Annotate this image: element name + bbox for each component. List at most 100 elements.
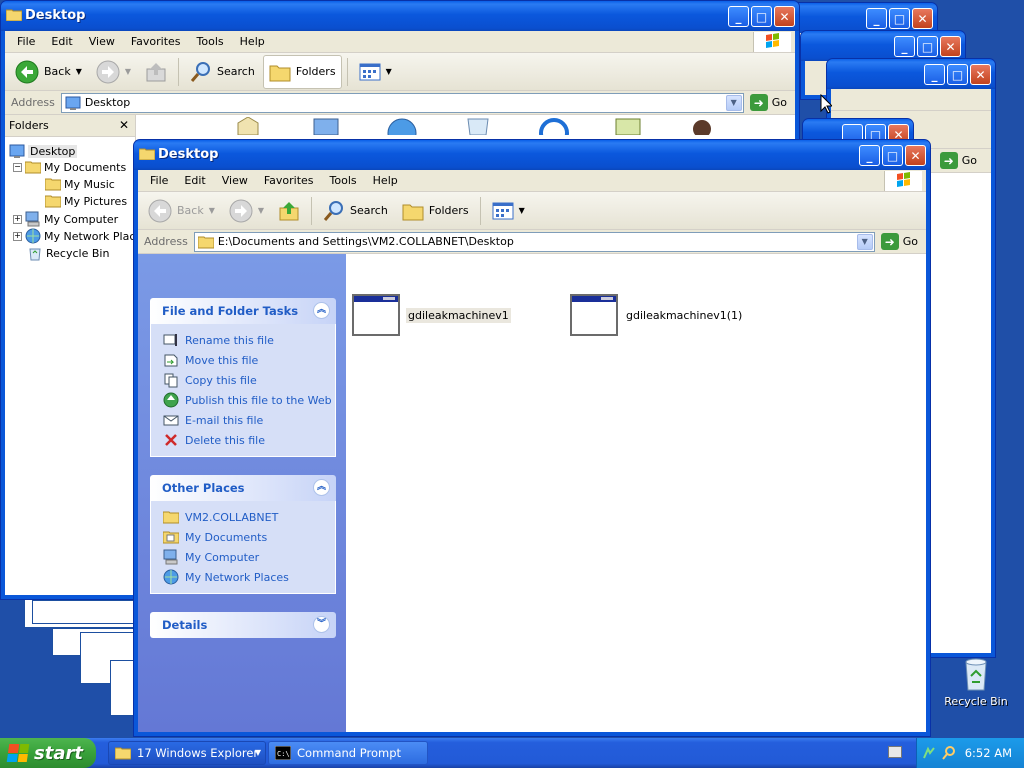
views-button[interactable]: ▼ (486, 194, 531, 228)
maximize-button[interactable]: □ (882, 145, 903, 166)
chevron-down-icon[interactable]: ▼ (125, 67, 131, 76)
maximize-button[interactable]: □ (917, 36, 938, 57)
go-button[interactable]: ➜ Go (875, 233, 926, 250)
up-button[interactable] (139, 55, 173, 89)
explorer-window-front[interactable]: Desktop _ □ ✕ File Edit View Favorites T… (133, 139, 931, 737)
tree-item-recycle-bin[interactable]: Recycle Bin (27, 245, 109, 261)
task-label: E-mail this file (185, 413, 264, 427)
task-delete-file[interactable]: Delete this file (163, 430, 335, 450)
file-item-gdileakmachinev1[interactable]: gdileakmachinev1 (352, 294, 511, 336)
panel-header[interactable]: File and Folder Tasks ︽ (150, 298, 336, 324)
back-button[interactable]: Back ▼ (142, 194, 221, 228)
chevron-down-icon[interactable]: ▼ (209, 206, 215, 215)
address-input[interactable]: E:\Documents and Settings\VM2.COLLABNET\… (193, 231, 875, 252)
expand-icon[interactable]: + (13, 231, 22, 241)
tree-item-my-pictures[interactable]: My Pictures (45, 194, 127, 208)
tree-item-my-network-places[interactable]: + My Network Places (13, 228, 148, 244)
panel-title: Details (162, 618, 208, 632)
menu-edit[interactable]: Edit (176, 174, 213, 187)
file-item-gdileakmachinev1-1[interactable]: gdileakmachinev1(1) (570, 294, 744, 336)
tree-item-my-computer[interactable]: + My Computer (13, 211, 118, 227)
address-dropdown-icon[interactable]: ▼ (725, 94, 742, 111)
file-list-area[interactable]: gdileakmachinev1 gdileakmachinev1(1) (346, 254, 926, 732)
minimize-button[interactable]: _ (728, 6, 749, 27)
up-button[interactable] (272, 194, 306, 228)
menu-favorites[interactable]: Favorites (256, 174, 322, 187)
clock[interactable]: 6:52 AM (965, 746, 1012, 760)
folders-button[interactable]: Folders (396, 194, 475, 228)
go-button-label[interactable]: Go (962, 154, 977, 167)
collapse-icon[interactable]: − (13, 162, 22, 172)
title-bar[interactable]: Desktop _ □ ✕ (134, 140, 930, 170)
close-icon[interactable]: ✕ (119, 118, 129, 132)
go-button-label: Go (902, 235, 918, 248)
close-button[interactable]: ✕ (912, 8, 933, 29)
place-my-computer[interactable]: My Computer (163, 547, 335, 567)
menu-tools[interactable]: Tools (189, 35, 232, 48)
collapse-chevron-icon[interactable]: ︽ (313, 302, 330, 319)
menu-edit[interactable]: Edit (43, 35, 80, 48)
back-button[interactable]: Back ▼ (9, 55, 88, 89)
close-button[interactable]: ✕ (970, 64, 991, 85)
search-button-label: Search (350, 204, 388, 217)
search-tray-icon[interactable] (941, 745, 957, 761)
chevron-down-icon[interactable]: ▼ (258, 206, 264, 215)
chevron-down-icon[interactable]: ▼ (76, 67, 82, 76)
minimize-button[interactable]: _ (894, 36, 915, 57)
search-button[interactable]: Search (184, 55, 261, 89)
menu-file[interactable]: File (9, 35, 43, 48)
taskbar-button-windows-explorer[interactable]: 17 Windows Explorer ▼ (108, 741, 266, 765)
expand-icon[interactable]: + (13, 214, 22, 224)
copy-icon (164, 373, 178, 388)
minimize-button[interactable]: _ (866, 8, 887, 29)
go-button[interactable]: ➜ Go (744, 94, 795, 111)
task-copy-file[interactable]: Copy this file (163, 370, 335, 390)
tree-item-my-music[interactable]: My Music (45, 177, 115, 191)
menu-tools[interactable]: Tools (322, 174, 365, 187)
menu-view[interactable]: View (81, 35, 123, 48)
panel-header[interactable]: Other Places ︽ (150, 475, 336, 501)
folders-button[interactable]: Folders (262, 54, 342, 89)
menu-help[interactable]: Help (365, 174, 406, 187)
search-button[interactable]: Search (317, 194, 394, 228)
tree-item-desktop[interactable]: Desktop (9, 143, 78, 159)
maximize-button[interactable]: □ (947, 64, 968, 85)
keyboard-icon[interactable] (888, 746, 902, 758)
network-tray-icon[interactable] (921, 745, 937, 761)
chevron-down-icon[interactable]: ▼ (519, 206, 525, 215)
place-my-network-places[interactable]: My Network Places (163, 567, 335, 587)
folders-icon (269, 65, 291, 81)
task-move-file[interactable]: Move this file (163, 350, 335, 370)
maximize-button[interactable]: □ (889, 8, 910, 29)
computer-icon (163, 549, 178, 565)
menu-favorites[interactable]: Favorites (123, 35, 189, 48)
tree-item-my-documents[interactable]: − My Documents (13, 160, 126, 174)
taskbar-button-command-prompt[interactable]: C:\ Command Prompt (268, 741, 428, 765)
address-input[interactable]: Desktop ▼ (60, 92, 744, 113)
task-rename-file[interactable]: Rename this file (163, 330, 335, 350)
chevron-down-icon[interactable]: ▼ (386, 67, 392, 76)
forward-button[interactable]: ▼ (223, 194, 270, 228)
place-my-documents[interactable]: My Documents (163, 527, 335, 547)
minimize-button[interactable]: _ (924, 64, 945, 85)
forward-button[interactable]: ▼ (90, 55, 137, 89)
collapse-chevron-icon[interactable]: ︽ (313, 479, 330, 496)
views-button[interactable]: ▼ (353, 55, 398, 89)
menu-view[interactable]: View (214, 174, 256, 187)
close-button[interactable]: ✕ (940, 36, 961, 57)
address-dropdown-icon[interactable]: ▼ (856, 233, 873, 250)
task-publish-web[interactable]: Publish this file to the Web (163, 390, 335, 410)
panel-header[interactable]: Details ︾ (150, 612, 336, 638)
menu-help[interactable]: Help (232, 35, 273, 48)
desktop-recycle-bin[interactable]: Recycle Bin (942, 656, 1010, 708)
close-button[interactable]: ✕ (905, 145, 926, 166)
start-button[interactable]: start (0, 738, 96, 768)
menu-file[interactable]: File (142, 174, 176, 187)
close-button[interactable]: ✕ (774, 6, 795, 27)
maximize-button[interactable]: □ (751, 6, 772, 27)
title-bar[interactable]: Desktop _ □ ✕ (1, 1, 799, 31)
expand-chevron-icon[interactable]: ︾ (313, 616, 330, 633)
minimize-button[interactable]: _ (859, 145, 880, 166)
place-vm2-collabnet[interactable]: VM2.COLLABNET (163, 507, 335, 527)
task-email-file[interactable]: E-mail this file (163, 410, 335, 430)
